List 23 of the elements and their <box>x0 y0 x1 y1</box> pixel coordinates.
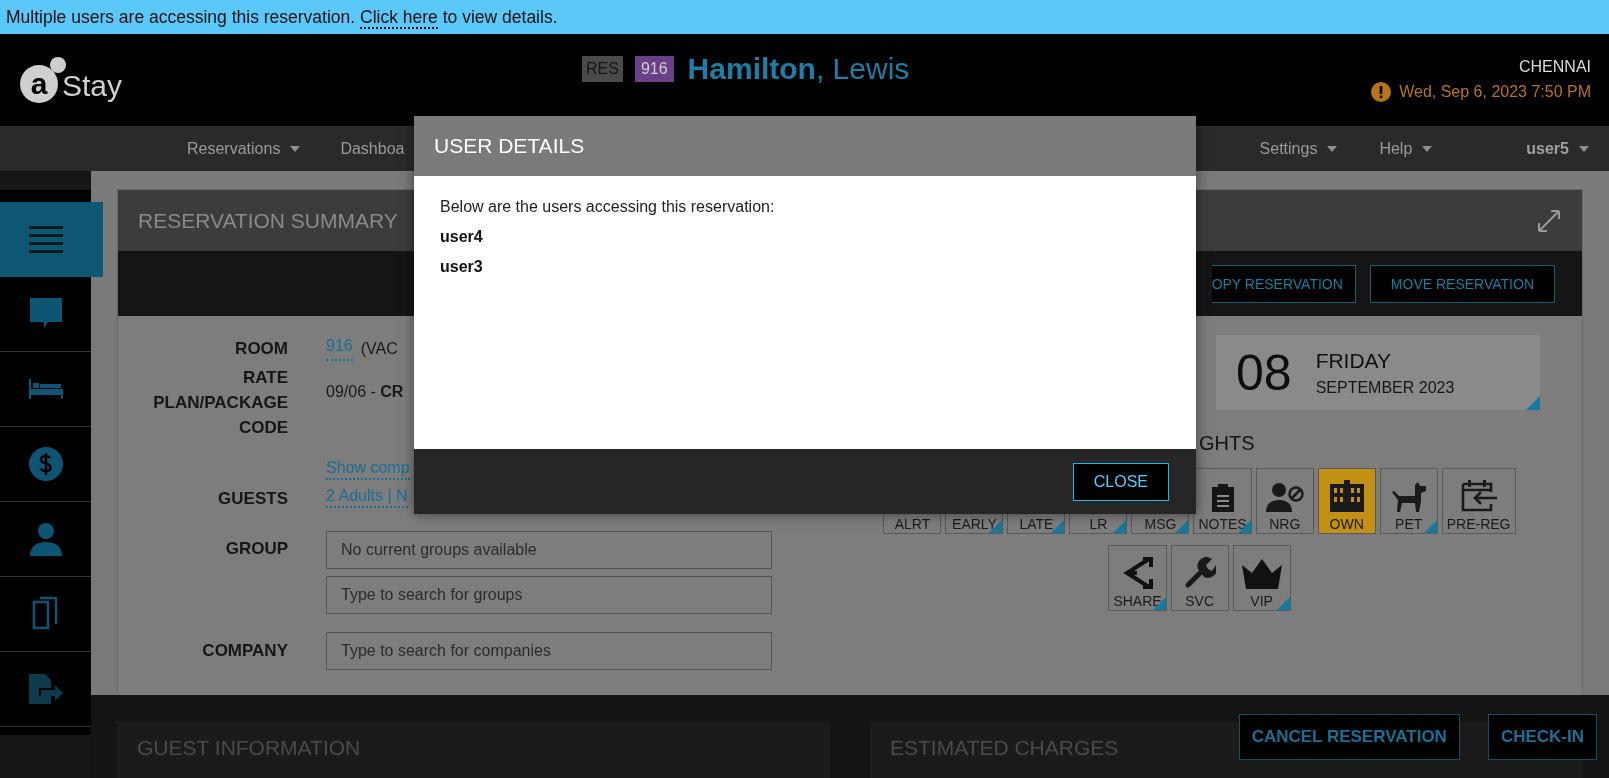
field-label: RATE PLAN/PACKAGE CODE <box>152 367 288 439</box>
section-heading: GHTS <box>1199 432 1256 455</box>
location: CHENNAI <box>1519 58 1591 76</box>
date-time: Wed, Sep 6, 2023 7:50 PM <box>1399 83 1591 101</box>
field-label: GUESTS <box>217 488 288 510</box>
banner-message: Multiple users are accessing this reservation. Click here to view details. <box>6 6 558 28</box>
month-year: SEPTEMBER 2023 <box>1315 378 1455 397</box>
field-label: COMPANY <box>201 640 288 662</box>
rate-value: 09/06 - CR <box>326 382 404 402</box>
field-label: GROUP <box>224 538 288 560</box>
date-day: 08 <box>1236 343 1292 402</box>
panel-title: RESERVATION SUMMARY <box>138 208 398 233</box>
room-status: (VAC <box>360 339 398 359</box>
room-badge: 916 <box>634 56 674 82</box>
logo-text: Stay <box>62 69 123 103</box>
user-name: user4 <box>440 228 484 246</box>
user-name: user3 <box>440 258 484 276</box>
logo-mark: a <box>20 65 58 103</box>
guest-name: Hamilton, Lewis <box>687 52 910 86</box>
field-label: ROOM <box>234 338 288 360</box>
weekday: FRIDAY <box>1315 348 1393 373</box>
dialog-message: Below are the users accessing this reservation: <box>440 198 776 216</box>
dialog-title: USER DETAILS <box>434 134 585 158</box>
